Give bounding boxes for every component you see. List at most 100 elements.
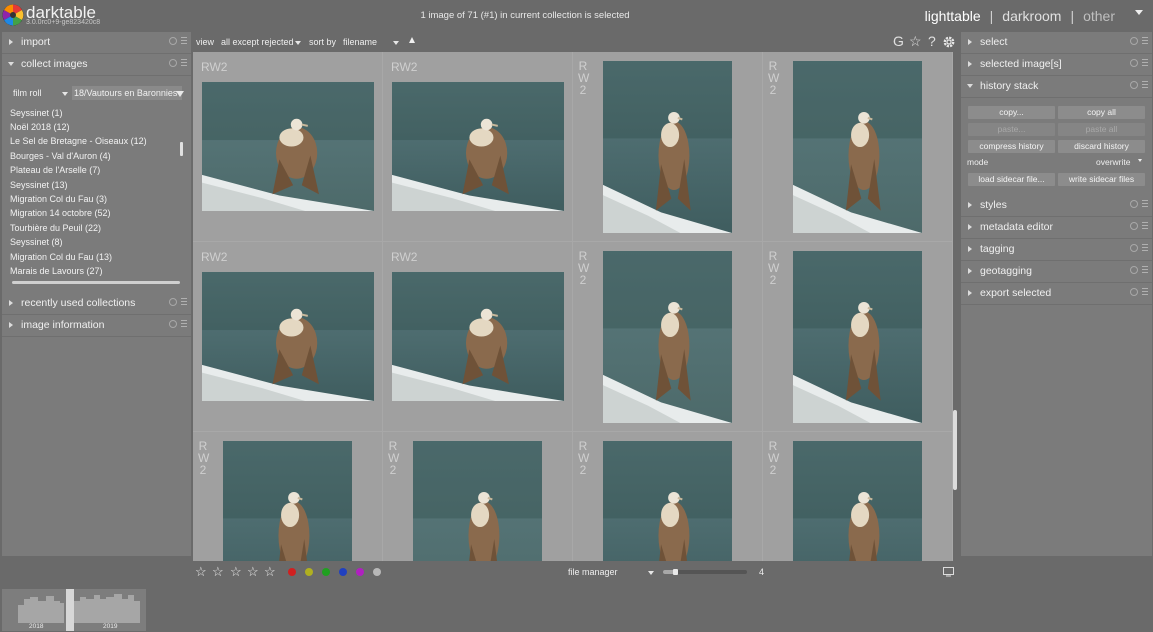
color-label-green-icon[interactable] bbox=[322, 568, 330, 576]
star-rating-4-icon[interactable]: ☆ bbox=[247, 564, 259, 580]
thumbnail-image[interactable] bbox=[392, 272, 564, 401]
thumbnail-cell[interactable]: R W 2 bbox=[763, 52, 952, 241]
chevron-down-icon[interactable] bbox=[1138, 159, 1142, 162]
thumbnail-cell[interactable]: R W 2 bbox=[573, 52, 762, 241]
view-filter-dropdown[interactable]: all except rejected bbox=[221, 37, 294, 47]
thumbnail-cell[interactable]: R W 2 bbox=[573, 242, 762, 431]
list-horizontal-scrollbar[interactable] bbox=[12, 281, 180, 284]
write-sidecar-button[interactable]: write sidecar files bbox=[1058, 173, 1145, 186]
reset-icon[interactable] bbox=[169, 59, 177, 67]
view-other[interactable]: other bbox=[1083, 8, 1115, 24]
thumbnail-cell[interactable]: R W 2 bbox=[383, 432, 572, 561]
help-icon[interactable]: ? bbox=[928, 33, 936, 49]
reset-icon[interactable] bbox=[1130, 244, 1138, 252]
reset-icon[interactable] bbox=[1130, 200, 1138, 208]
presets-icon[interactable] bbox=[1142, 200, 1148, 207]
presets-icon[interactable] bbox=[1142, 222, 1148, 229]
thumbnail-image[interactable] bbox=[603, 251, 732, 423]
module-recently-used-collections[interactable]: recently used collections bbox=[2, 293, 191, 315]
presets-icon[interactable] bbox=[1142, 244, 1148, 251]
thumbnail-image[interactable] bbox=[223, 441, 352, 561]
reset-icon[interactable] bbox=[1130, 222, 1138, 230]
list-item[interactable]: Seyssinet (13) bbox=[10, 180, 68, 190]
presets-icon[interactable] bbox=[1142, 288, 1148, 295]
chevron-down-icon[interactable] bbox=[393, 41, 399, 45]
module-export-selected[interactable]: export selected bbox=[961, 283, 1152, 305]
overlay-star-icon[interactable]: ☆ bbox=[909, 33, 922, 50]
load-sidecar-button[interactable]: load sidecar file... bbox=[968, 173, 1055, 186]
paste-all-button[interactable]: paste all bbox=[1058, 123, 1145, 136]
thumbnail-cell[interactable]: RW2 bbox=[193, 52, 382, 241]
presets-icon[interactable] bbox=[1142, 81, 1148, 88]
reset-icon[interactable] bbox=[1130, 37, 1138, 45]
presets-icon[interactable] bbox=[1142, 59, 1148, 66]
star-rating-1-icon[interactable]: ☆ bbox=[195, 564, 207, 580]
presets-icon[interactable] bbox=[181, 298, 187, 305]
reset-icon[interactable] bbox=[169, 298, 177, 306]
mode-dropdown[interactable]: overwrite bbox=[1096, 157, 1130, 167]
views-menu-caret-icon[interactable] bbox=[1135, 10, 1143, 15]
list-item[interactable]: Noël 2018 (12) bbox=[10, 122, 70, 132]
copy-all-button[interactable]: copy all bbox=[1058, 106, 1145, 119]
thumbnail-image[interactable] bbox=[202, 82, 374, 211]
presets-icon[interactable] bbox=[181, 59, 187, 66]
thumbnail-cell[interactable]: RW2 bbox=[193, 242, 382, 431]
list-item[interactable]: Migration 14 octobre (52) bbox=[10, 208, 111, 218]
thumbnail-image[interactable] bbox=[413, 441, 542, 561]
display-toggle-icon[interactable] bbox=[943, 567, 954, 577]
thumbnail-image[interactable] bbox=[202, 272, 374, 401]
timeline-strip[interactable]: 2018 2019 bbox=[2, 589, 146, 631]
chevron-down-icon[interactable] bbox=[648, 571, 654, 575]
module-history-stack[interactable]: history stack bbox=[961, 76, 1152, 98]
list-item[interactable]: Migration Col du Fau (13) bbox=[10, 252, 112, 262]
module-styles[interactable]: styles bbox=[961, 195, 1152, 217]
module-selected-images[interactable]: selected image[s] bbox=[961, 54, 1152, 76]
presets-icon[interactable] bbox=[1142, 266, 1148, 273]
list-item[interactable]: Plateau de l'Arselle (7) bbox=[10, 165, 100, 175]
list-item[interactable]: Seyssinet (8) bbox=[10, 237, 63, 247]
module-image-information[interactable]: image information bbox=[2, 315, 191, 337]
list-item[interactable]: Migration Col du Fau (3) bbox=[10, 194, 107, 204]
module-geotagging[interactable]: geotagging bbox=[961, 261, 1152, 283]
presets-icon[interactable] bbox=[1142, 37, 1148, 44]
reset-icon[interactable] bbox=[1130, 81, 1138, 89]
chevron-down-icon[interactable] bbox=[176, 91, 184, 97]
thumbnail-image[interactable] bbox=[793, 251, 922, 423]
thumbnail-image[interactable] bbox=[603, 441, 732, 561]
thumbnail-cell[interactable]: R W 2 bbox=[193, 432, 382, 561]
gear-icon[interactable] bbox=[942, 35, 956, 49]
star-rating-5-icon[interactable]: ☆ bbox=[264, 564, 276, 580]
reset-icon[interactable] bbox=[1130, 288, 1138, 296]
thumbnail-image[interactable] bbox=[793, 441, 922, 561]
list-item[interactable]: Marais de Lavours (27) bbox=[10, 266, 103, 276]
presets-icon[interactable] bbox=[181, 320, 187, 327]
color-label-clear-icon[interactable] bbox=[373, 568, 381, 576]
list-item[interactable]: Tourbière du Peuil (22) bbox=[10, 223, 101, 233]
thumbnail-cell[interactable]: R W 2 bbox=[763, 432, 952, 561]
color-label-purple-icon[interactable] bbox=[356, 568, 364, 576]
module-tagging[interactable]: tagging bbox=[961, 239, 1152, 261]
list-item[interactable]: Seyssinet (1) bbox=[10, 108, 63, 118]
list-item[interactable]: Le Sel de Bretagne - Oiseaux (12) bbox=[10, 136, 147, 146]
chevron-down-icon[interactable] bbox=[295, 41, 301, 45]
list-item[interactable]: Bourges - Val d'Auron (4) bbox=[10, 151, 111, 161]
collect-property-dropdown[interactable]: film roll bbox=[8, 86, 68, 100]
paste-button[interactable]: paste... bbox=[968, 123, 1055, 136]
thumbnail-cell[interactable]: RW2 bbox=[383, 242, 572, 431]
layout-dropdown[interactable]: file manager bbox=[568, 567, 618, 577]
list-vertical-scrollbar[interactable] bbox=[180, 142, 183, 156]
zoom-slider-handle[interactable] bbox=[673, 569, 678, 575]
collect-rule-field[interactable]: 18/Vautours en Baronnies bbox=[72, 86, 184, 100]
color-label-red-icon[interactable] bbox=[288, 568, 296, 576]
view-darkroom[interactable]: darkroom bbox=[1002, 8, 1061, 24]
module-select[interactable]: select bbox=[961, 32, 1152, 54]
reset-icon[interactable] bbox=[1130, 59, 1138, 67]
thumbnail-cell[interactable]: R W 2 bbox=[573, 432, 762, 561]
thumbnail-image[interactable] bbox=[392, 82, 564, 211]
grid-vertical-scrollbar[interactable] bbox=[953, 410, 957, 490]
sort-dropdown[interactable]: filename bbox=[343, 37, 377, 47]
color-label-yellow-icon[interactable] bbox=[305, 568, 313, 576]
star-rating-2-icon[interactable]: ☆ bbox=[212, 564, 224, 580]
grouping-icon[interactable]: G bbox=[893, 33, 904, 49]
thumbnail-image[interactable] bbox=[603, 61, 732, 233]
